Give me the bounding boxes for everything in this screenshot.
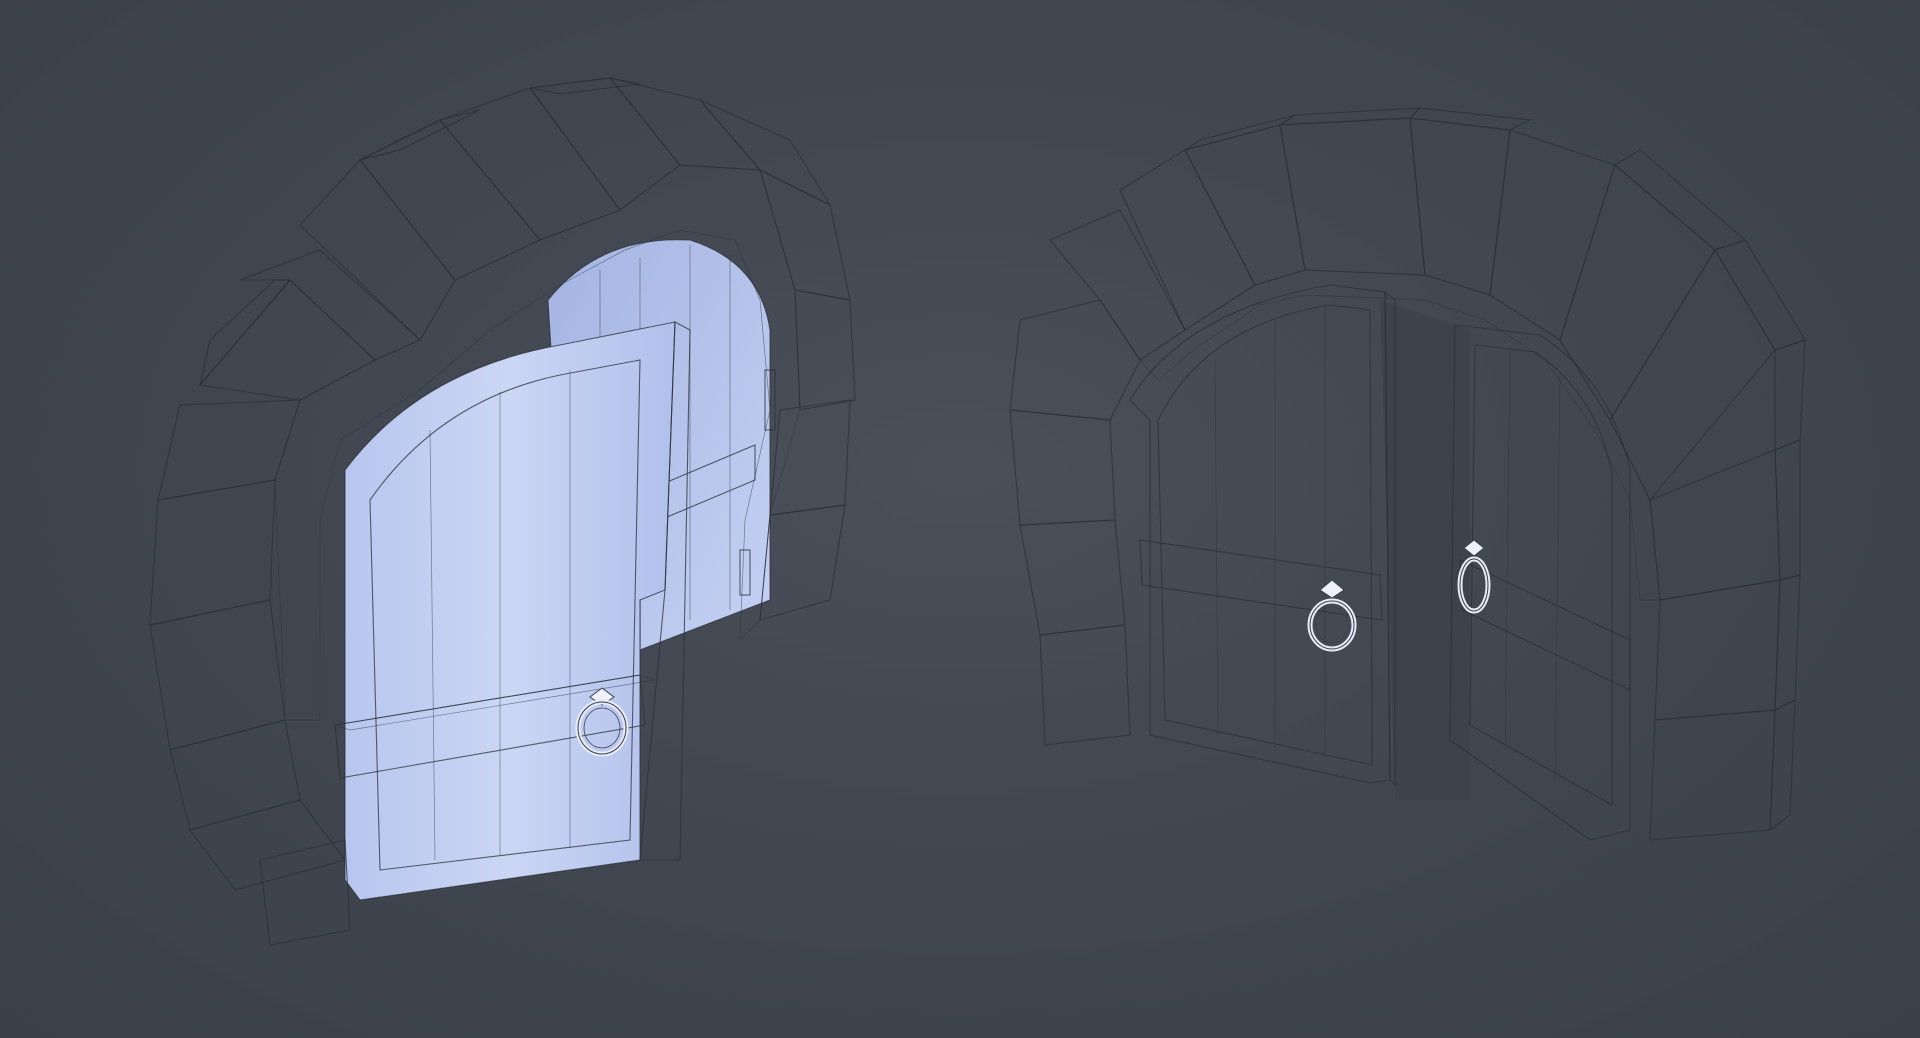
- right-door-leaf: [1449, 324, 1631, 841]
- double-door-arch: [1009, 107, 1806, 841]
- left-door-leaf: [1129, 284, 1396, 787]
- scene-svg: [149, 77, 1806, 946]
- doorway-gap: [1380, 300, 1470, 800]
- single-door-arch: [149, 77, 856, 946]
- base-stone-left: [259, 839, 351, 946]
- render-viewport: [0, 0, 1920, 1038]
- open-front-door: [334, 321, 691, 901]
